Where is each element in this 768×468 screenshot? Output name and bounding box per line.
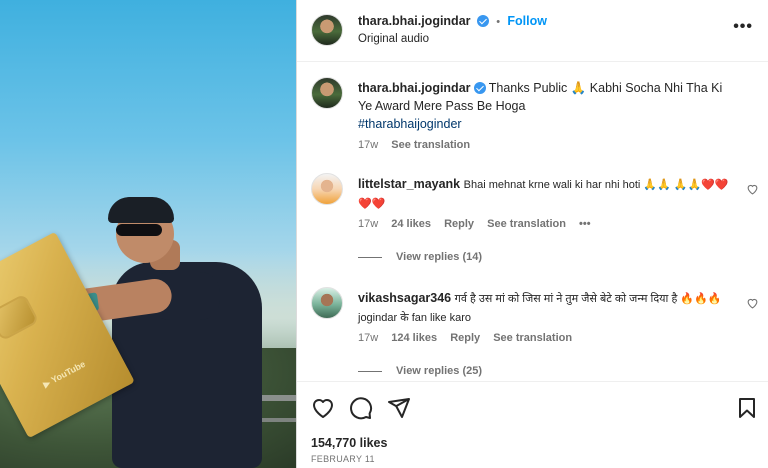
caption-see-translation[interactable]: See translation: [391, 139, 470, 151]
comment-meta: 17w 124 likes Reply See translation: [358, 332, 582, 344]
post-header: thara.bhai.jogindar • Follow Original au…: [297, 0, 768, 62]
comment-age[interactable]: 17w: [358, 218, 378, 230]
comment-text-block: littelstar_mayank Bhai mehnat krne wali …: [358, 175, 739, 213]
comment-likes[interactable]: 124 likes: [391, 332, 437, 344]
commenter-avatar[interactable]: [311, 287, 343, 319]
comment-likes[interactable]: 24 likes: [391, 218, 431, 230]
commenter-avatar[interactable]: [311, 173, 343, 205]
author-line: thara.bhai.jogindar • Follow: [358, 14, 547, 28]
person-cap: [108, 197, 174, 223]
comment-see-translation[interactable]: See translation: [493, 332, 572, 344]
verified-badge-icon: [476, 15, 489, 27]
caption-meta: 17w See translation: [358, 139, 480, 151]
author-username[interactable]: thara.bhai.jogindar: [358, 14, 471, 28]
post-media-image[interactable]: ▶ YouTube: [0, 0, 296, 468]
heart-icon[interactable]: [311, 396, 335, 420]
comment-text-block: vikashsagar346 गर्व है उस मां को जिस मां…: [358, 289, 739, 327]
comment-reply-button[interactable]: Reply: [444, 218, 474, 230]
view-replies-line: [358, 256, 382, 258]
comment-like-heart-icon[interactable]: [746, 297, 759, 309]
post-date[interactable]: FEBRUARY 11: [311, 454, 375, 464]
caption-text-block: thara.bhai.jogindar Thanks Public 🙏 Kabh…: [358, 79, 739, 133]
comment-reply-button[interactable]: Reply: [450, 332, 480, 344]
plaque-play-logo: [0, 293, 40, 342]
comment-age[interactable]: 17w: [358, 332, 378, 344]
post-actions-bar: 154,770 likes FEBRUARY 11: [297, 381, 768, 468]
caption-username[interactable]: thara.bhai.jogindar: [358, 81, 471, 95]
verified-badge-icon: [473, 82, 486, 94]
view-replies-button[interactable]: View replies (14): [358, 251, 482, 263]
more-options-icon[interactable]: •••: [733, 18, 753, 36]
author-avatar[interactable]: [311, 77, 343, 109]
audio-label[interactable]: Original audio: [358, 33, 429, 45]
comments-section[interactable]: thara.bhai.jogindar Thanks Public 🙏 Kabh…: [297, 63, 768, 381]
separator-dot: •: [496, 16, 501, 28]
post-details-panel: thara.bhai.jogindar • Follow Original au…: [296, 0, 768, 468]
comment-see-translation[interactable]: See translation: [487, 218, 566, 230]
comment-username[interactable]: littelstar_mayank: [358, 177, 460, 191]
caption-hashtag[interactable]: #tharabhaijoginder: [358, 117, 462, 131]
comment-username[interactable]: vikashsagar346: [358, 291, 451, 305]
comment-meta: 17w 24 likes Reply See translation •••: [358, 218, 601, 230]
person-sunglasses: [116, 224, 162, 236]
follow-button[interactable]: Follow: [507, 14, 547, 28]
likes-count[interactable]: 154,770 likes: [311, 436, 387, 450]
view-replies-label: View replies (25): [396, 365, 483, 377]
bookmark-icon[interactable]: [735, 396, 759, 420]
share-icon[interactable]: [387, 396, 411, 420]
view-replies-button[interactable]: View replies (25): [358, 365, 482, 377]
plaque-youtube-logo: ▶ YouTube: [41, 358, 88, 390]
comment-icon[interactable]: [349, 396, 373, 420]
comment-like-heart-icon[interactable]: [746, 183, 759, 195]
view-replies-label: View replies (14): [396, 251, 483, 263]
caption-age[interactable]: 17w: [358, 139, 378, 151]
author-avatar[interactable]: [311, 14, 343, 46]
comment-more-icon[interactable]: •••: [579, 218, 591, 230]
view-replies-line: [358, 370, 382, 372]
